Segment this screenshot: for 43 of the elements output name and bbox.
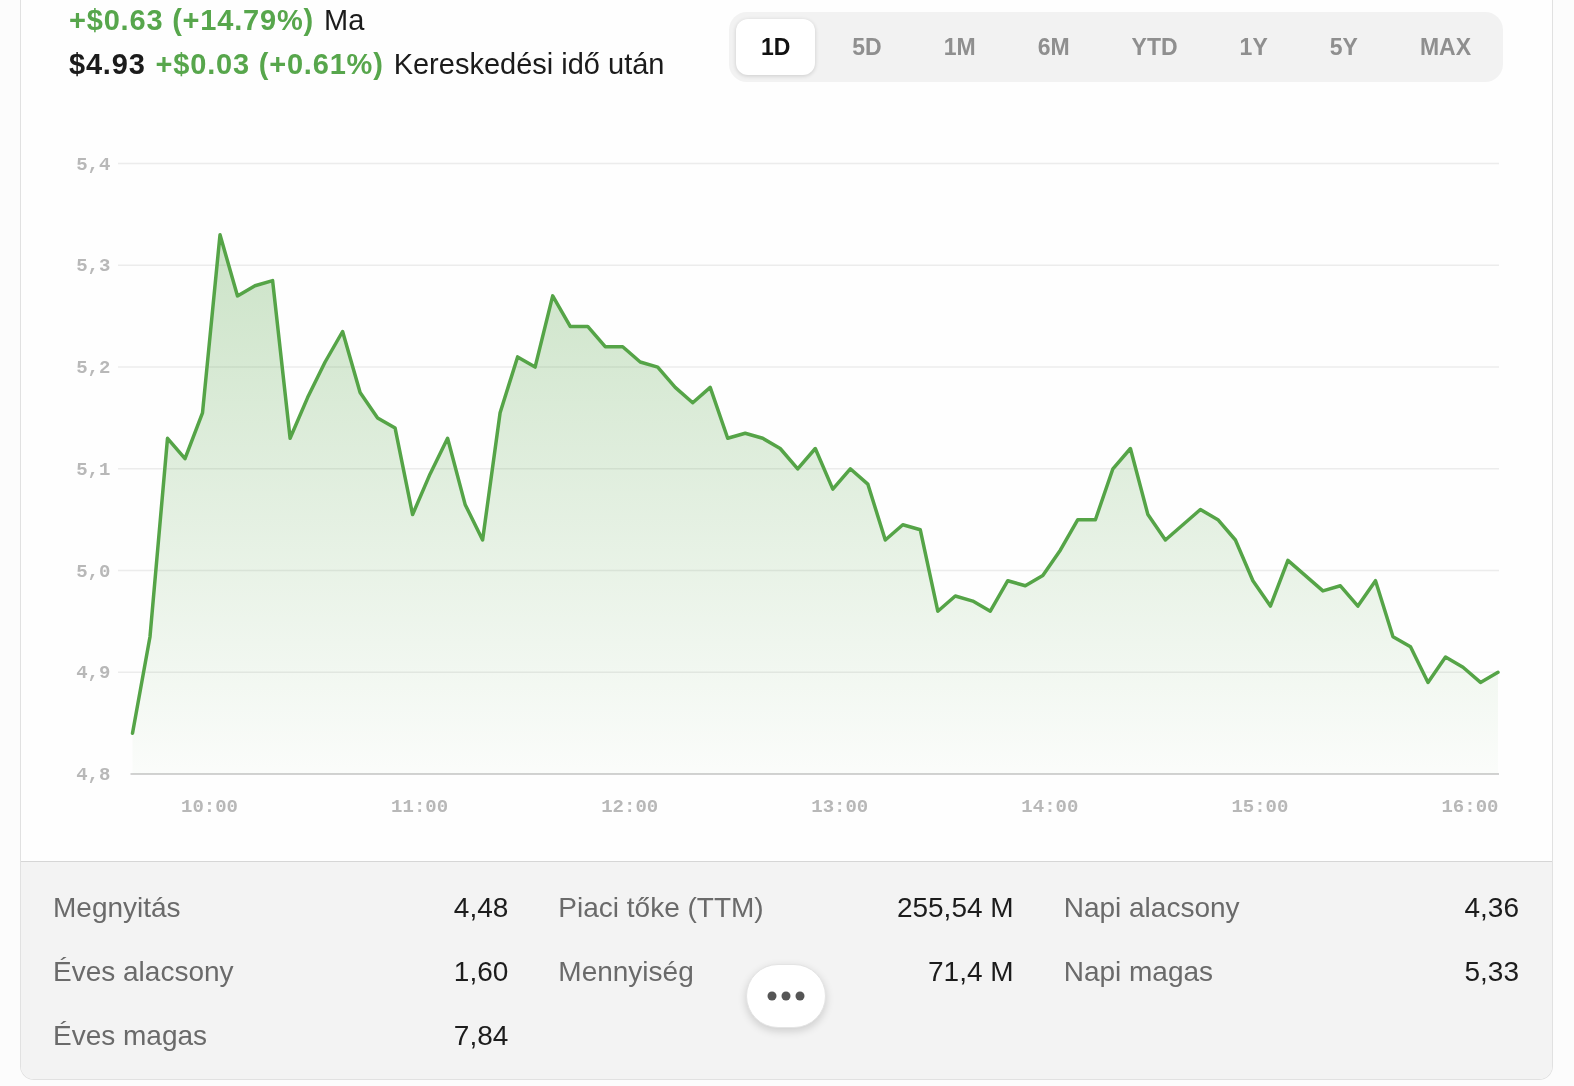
stat-label: Napi magas bbox=[1063, 956, 1214, 988]
stat-label: Megnyitás bbox=[53, 892, 181, 924]
more-button[interactable] bbox=[746, 964, 826, 1028]
y-axis-label: 4,8 bbox=[76, 764, 111, 786]
y-axis-label: 5,1 bbox=[76, 458, 111, 481]
after-hours-label: Kereskedési idő után bbox=[393, 47, 665, 82]
x-axis-label: 14:00 bbox=[1021, 796, 1079, 818]
more-icon bbox=[767, 991, 805, 1001]
y-axis-label: 5,3 bbox=[76, 255, 111, 278]
daily-change: +$0.63 (+14.79%) bbox=[69, 3, 314, 38]
range-tab[interactable]: YTD bbox=[1106, 19, 1203, 75]
stat-label: Piaci tőke (TTM) bbox=[558, 892, 764, 924]
x-axis-label: 12:00 bbox=[601, 796, 659, 818]
range-tab[interactable]: 1M bbox=[918, 19, 1001, 75]
range-tab[interactable]: MAX bbox=[1394, 19, 1496, 75]
stat-value: 7,84 bbox=[453, 1020, 509, 1052]
stat-label: Napi alacsony bbox=[1063, 892, 1240, 924]
stat-value: 1,60 bbox=[453, 956, 509, 988]
x-axis-label: 10:00 bbox=[181, 796, 239, 818]
range-tab[interactable]: 1D bbox=[735, 19, 816, 75]
stat-value: 4,36 bbox=[1464, 892, 1519, 924]
stat-value: 4,48 bbox=[453, 892, 509, 924]
stat-label: Éves alacsony bbox=[53, 956, 234, 988]
range-tab[interactable]: 5Y bbox=[1304, 19, 1383, 75]
stat-value: 255,54 M bbox=[896, 892, 1014, 924]
range-tab[interactable]: 1Y bbox=[1214, 19, 1293, 75]
x-axis-label: 11:00 bbox=[391, 796, 449, 818]
stat-label: Éves magas bbox=[53, 1020, 208, 1052]
y-axis-label: 5,0 bbox=[76, 560, 111, 583]
y-axis-label: 4,9 bbox=[76, 662, 111, 685]
stat-label: Mennyiség bbox=[558, 956, 694, 988]
y-axis-label: 5,2 bbox=[76, 357, 111, 380]
x-axis-label: 13:00 bbox=[811, 796, 869, 818]
stat-value: 5,33 bbox=[1464, 956, 1519, 988]
after-hours-change: +$0.03 (+0.61%) bbox=[155, 47, 384, 82]
stat-value: 71,4 M bbox=[928, 956, 1014, 988]
range-tab[interactable]: 6M bbox=[1012, 19, 1095, 75]
range-tab[interactable]: 5D bbox=[827, 19, 907, 75]
after-hours-price: $4.93 bbox=[69, 47, 146, 82]
x-axis-label: 15:00 bbox=[1231, 796, 1289, 818]
x-axis-label: 16:00 bbox=[1441, 796, 1499, 818]
period-label: Ma bbox=[324, 3, 365, 38]
y-axis-label: 5,4 bbox=[76, 153, 111, 176]
